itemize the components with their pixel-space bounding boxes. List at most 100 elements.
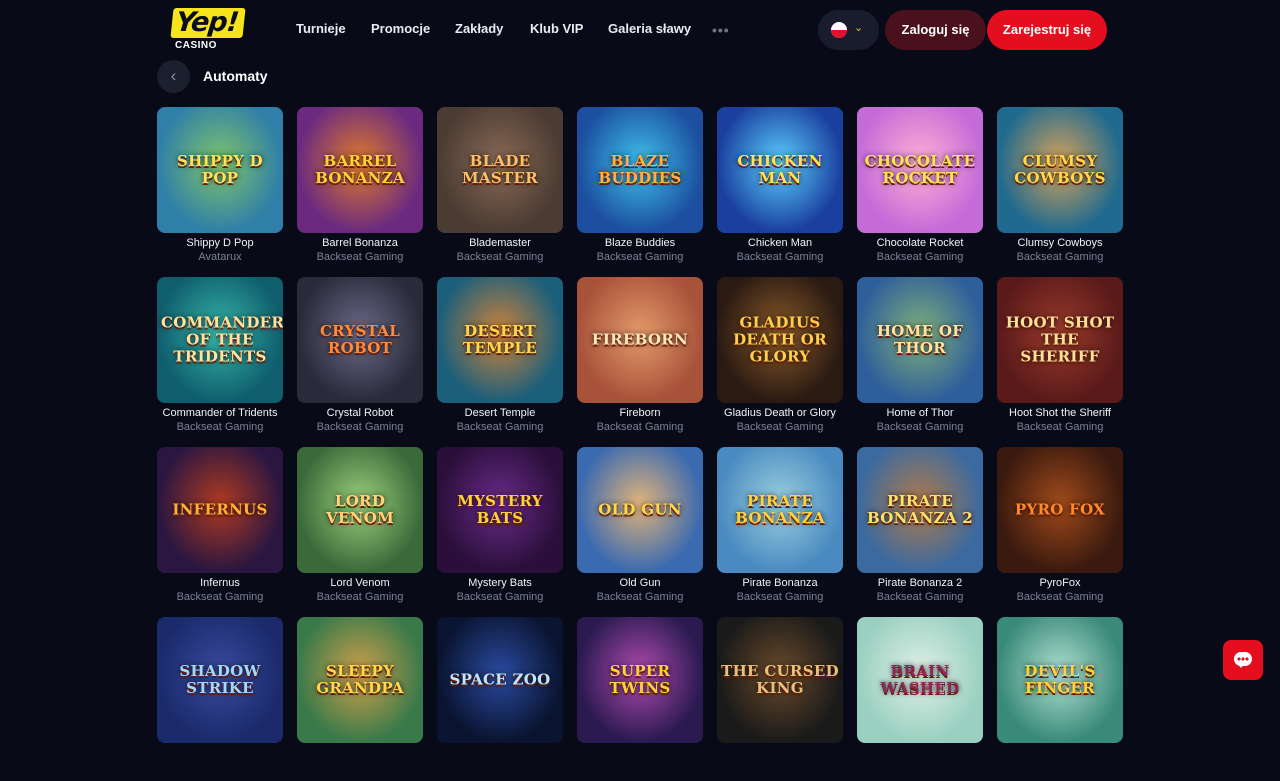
game-tile[interactable]: INFERNUS Infernus Backseat Gaming [157, 447, 283, 611]
game-thumbnail[interactable]: PIRATE BONANZA [717, 447, 843, 573]
game-tile[interactable]: THE CURSED KING [717, 617, 843, 781]
game-tile[interactable]: BLAZE BUDDIES Blaze Buddies Backseat Gamin… [577, 107, 703, 271]
game-thumbnail[interactable]: DESERT TEMPLE [437, 277, 563, 403]
game-thumbnail[interactable]: GLADIUS DEATH OR GLORY [717, 277, 843, 403]
game-tile[interactable]: SLEEPY GRANDPA [297, 617, 423, 781]
game-thumbnail[interactable]: CHOCOLATE ROCKET [857, 107, 983, 233]
register-button[interactable]: Zarejestruj się [987, 10, 1107, 50]
game-tile[interactable]: PIRATE BONANZA Pirate Bonanza Backseat Gam… [717, 447, 843, 611]
chevron-down-icon: ⌄ [854, 22, 864, 34]
game-tile[interactable]: CRYSTAL ROBOT Crystal Robot Backseat Gamin… [297, 277, 423, 441]
game-thumbnail-title: CRYSTAL ROBOT [319, 322, 401, 357]
game-provider: Backseat Gaming [596, 421, 684, 433]
game-provider: Backseat Gaming [876, 251, 964, 263]
game-tile[interactable]: SUPER TWINS [577, 617, 703, 781]
game-provider: Backseat Gaming [176, 421, 264, 433]
game-thumbnail[interactable]: DEVIL'S FINGER [997, 617, 1123, 743]
game-thumbnail[interactable]: BLAZE BUDDIES [577, 107, 703, 233]
live-chat-button[interactable] [1223, 640, 1263, 680]
game-thumbnail[interactable]: COMMANDER OF THE TRIDENTS [157, 277, 283, 403]
game-tile[interactable]: SHIPPY D POP Shippy D Pop Avatarux [157, 107, 283, 271]
game-tile[interactable]: LORD VENOM Lord Venom Backseat Gaming [297, 447, 423, 611]
game-thumbnail[interactable]: CHICKEN MAN [717, 107, 843, 233]
game-thumbnail-title: CHICKEN MAN [737, 152, 823, 187]
game-tile[interactable]: BARREL BONANZA Barrel Bonanza Backseat Gam… [297, 107, 423, 271]
game-tile[interactable]: GLADIUS DEATH OR GLORY Gladius Death or G… [717, 277, 843, 441]
game-tile[interactable]: OLD GUN Old Gun Backseat Gaming [577, 447, 703, 611]
game-thumbnail[interactable]: PIRATE BONANZA 2 [857, 447, 983, 573]
game-tile[interactable]: BRAIN WASHED [857, 617, 983, 781]
game-provider: Backseat Gaming [596, 591, 684, 603]
game-thumbnail-title: BLAZE BUDDIES [598, 152, 682, 187]
more-menu-icon[interactable]: ••• [712, 22, 730, 38]
game-thumbnail-title: PIRATE BONANZA 2 [866, 492, 974, 527]
game-name: Lord Venom [330, 577, 390, 589]
top-header: Yep! CASINO Turnieje Promocje Zakłady Kl… [0, 0, 1280, 60]
game-provider: Backseat Gaming [456, 421, 544, 433]
game-name: Gladius Death or Glory [724, 407, 836, 419]
game-thumbnail[interactable]: SUPER TWINS [577, 617, 703, 743]
game-tile[interactable]: HOME OF THOR Home of Thor Backseat Gaming [857, 277, 983, 441]
nav-galeria-slawy[interactable]: Galeria sławy [608, 21, 691, 36]
game-thumbnail[interactable]: MYSTERY BATS [437, 447, 563, 573]
chat-bubble-icon [1234, 652, 1252, 668]
game-thumbnail[interactable]: SHADOW STRIKE [157, 617, 283, 743]
game-thumbnail[interactable]: FIREBORN [577, 277, 703, 403]
yep-casino-logo[interactable]: Yep! CASINO [170, 7, 258, 52]
game-thumbnail[interactable]: HOME OF THOR [857, 277, 983, 403]
game-name: Pirate Bonanza 2 [877, 577, 963, 589]
game-thumbnail[interactable]: BARREL BONANZA [297, 107, 423, 233]
game-tile[interactable]: FIREBORN Fireborn Backseat Gaming [577, 277, 703, 441]
game-tile[interactable]: DESERT TEMPLE Desert Temple Backseat Gamin… [437, 277, 563, 441]
game-tile[interactable]: CHOCOLATE ROCKET Chocolate Rocket Backseat… [857, 107, 983, 271]
game-name: Home of Thor [886, 407, 954, 419]
game-thumbnail-title: INFERNUS [172, 500, 268, 519]
game-thumbnail[interactable]: BLADE MASTER [437, 107, 563, 233]
game-provider: Backseat Gaming [1016, 251, 1104, 263]
nav-promocje[interactable]: Promocje [371, 21, 430, 36]
nav-klub-vip[interactable]: Klub VIP [530, 21, 583, 36]
back-button[interactable]: ‹ [157, 60, 190, 93]
game-tile[interactable]: PIRATE BONANZA 2 Pirate Bonanza 2 Backseat… [857, 447, 983, 611]
game-thumbnail-title: FIREBORN [591, 330, 689, 349]
game-thumbnail-title: CLUMSY COWBOYS [1014, 152, 1106, 187]
game-tile[interactable]: COMMANDER OF THE TRIDENTS Commander of Tr… [157, 277, 283, 441]
game-provider: Backseat Gaming [876, 591, 964, 603]
game-thumbnail[interactable]: SHIPPY D POP [157, 107, 283, 233]
game-tile[interactable]: SPACE ZOO [437, 617, 563, 781]
game-thumbnail[interactable]: SLEEPY GRANDPA [297, 617, 423, 743]
game-name: Pirate Bonanza [742, 577, 818, 589]
game-tile[interactable]: MYSTERY BATS Mystery Bats Backseat Gaming [437, 447, 563, 611]
game-thumbnail[interactable]: SPACE ZOO [437, 617, 563, 743]
game-tile[interactable]: PYRO FOX PyroFox Backseat Gaming [997, 447, 1123, 611]
game-tile[interactable]: HOOT SHOT THE SHERIFF Hoot Shot the Sheri… [997, 277, 1123, 441]
game-thumbnail-title: DESERT TEMPLE [462, 322, 538, 357]
game-provider: Backseat Gaming [876, 421, 964, 433]
game-thumbnail[interactable]: LORD VENOM [297, 447, 423, 573]
game-thumbnail[interactable]: CRYSTAL ROBOT [297, 277, 423, 403]
game-name: Shippy D Pop [186, 237, 254, 249]
game-thumbnail[interactable]: OLD GUN [577, 447, 703, 573]
game-tile[interactable]: CHICKEN MAN Chicken Man Backseat Gaming [717, 107, 843, 271]
flag-poland-icon [831, 22, 847, 38]
game-name: Barrel Bonanza [322, 237, 398, 249]
game-tile[interactable]: BLADE MASTER Blademaster Backseat Gaming [437, 107, 563, 271]
game-tile[interactable]: DEVIL'S FINGER [997, 617, 1123, 781]
nav-zaklady[interactable]: Zakłady [455, 21, 503, 36]
game-thumbnail[interactable]: HOOT SHOT THE SHERIFF [997, 277, 1123, 403]
login-button[interactable]: Zaloguj się [885, 10, 986, 50]
game-name: PyroFox [1039, 577, 1081, 589]
game-thumbnail[interactable]: PYRO FOX [997, 447, 1123, 573]
game-name: Desert Temple [464, 407, 536, 419]
game-name: Blademaster [469, 237, 531, 249]
nav-turnieje[interactable]: Turnieje [296, 21, 346, 36]
language-selector[interactable]: ⌄ [818, 10, 879, 50]
game-thumbnail[interactable]: THE CURSED KING [717, 617, 843, 743]
game-tile[interactable]: SHADOW STRIKE [157, 617, 283, 781]
game-thumbnail[interactable]: INFERNUS [157, 447, 283, 573]
game-thumbnail-title: SUPER TWINS [609, 662, 671, 697]
game-thumbnail-title: COMMANDER OF THE TRIDENTS [161, 313, 283, 366]
game-thumbnail[interactable]: CLUMSY COWBOYS [997, 107, 1123, 233]
game-thumbnail[interactable]: BRAIN WASHED [857, 617, 983, 743]
game-tile[interactable]: CLUMSY COWBOYS Clumsy Cowboys Backseat Gam… [997, 107, 1123, 271]
